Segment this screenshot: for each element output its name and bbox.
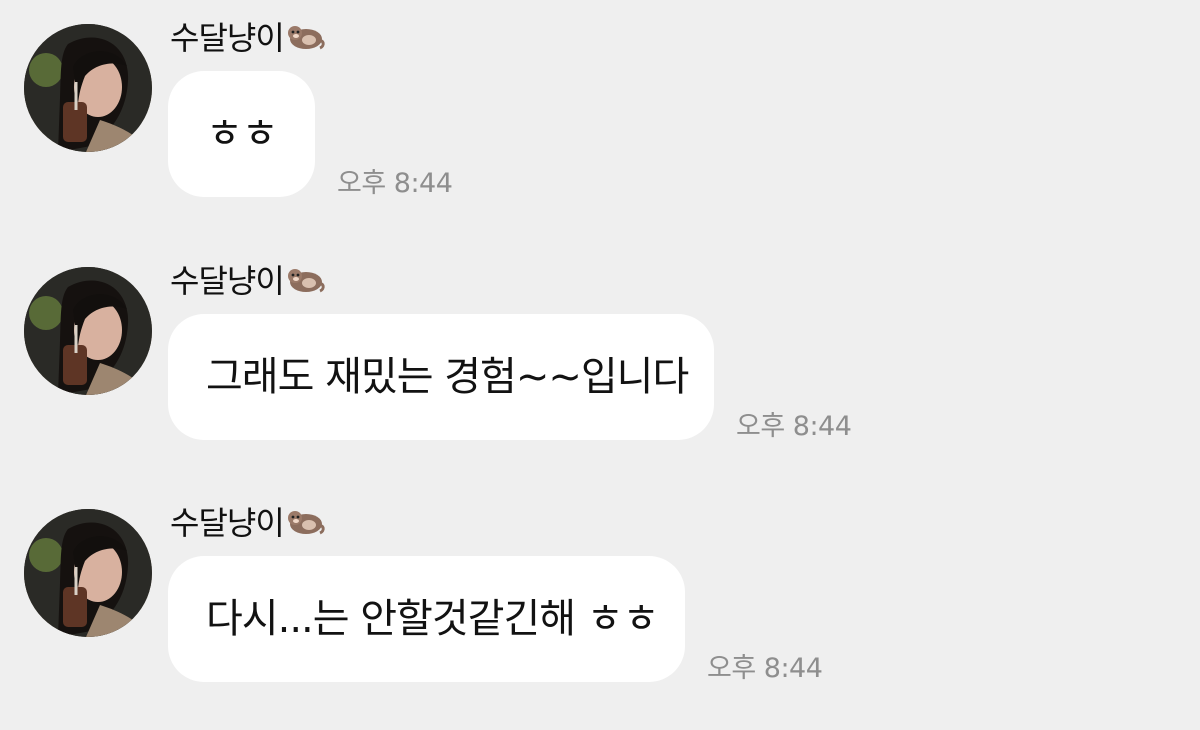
message-text: ㅎㅎ <box>206 111 279 157</box>
avatar[interactable] <box>24 24 152 152</box>
otter-emoji-icon <box>287 269 325 293</box>
otter-emoji-icon <box>287 511 325 535</box>
message-text: 그래도 재밌는 경험~~입니다 <box>206 354 689 400</box>
otter-emoji-icon <box>287 26 325 50</box>
sender-name: 수달냥이 <box>170 504 285 542</box>
avatar[interactable] <box>24 509 152 637</box>
avatar-photo <box>24 24 152 152</box>
sender-name: 수달냥이 <box>170 19 285 57</box>
message-bubble[interactable]: ㅎㅎ <box>168 71 315 197</box>
message-time: 오후 8:44 <box>337 168 453 199</box>
sender-name: 수달냥이 <box>170 262 285 300</box>
message-time: 오후 8:44 <box>736 411 852 442</box>
avatar-photo <box>24 267 152 395</box>
sender-header: 수달냥이 <box>170 261 326 301</box>
avatar[interactable] <box>24 267 152 395</box>
message-bubble[interactable]: 그래도 재밌는 경험~~입니다 <box>168 314 714 440</box>
message-time: 오후 8:44 <box>707 653 823 684</box>
message-text: 다시...는 안할것같긴해 ㅎㅎ <box>206 596 659 642</box>
sender-header: 수달냥이 <box>170 503 326 543</box>
avatar-photo <box>24 509 152 637</box>
message-bubble[interactable]: 다시...는 안할것같긴해 ㅎㅎ <box>168 556 685 682</box>
sender-header: 수달냥이 <box>170 18 326 58</box>
